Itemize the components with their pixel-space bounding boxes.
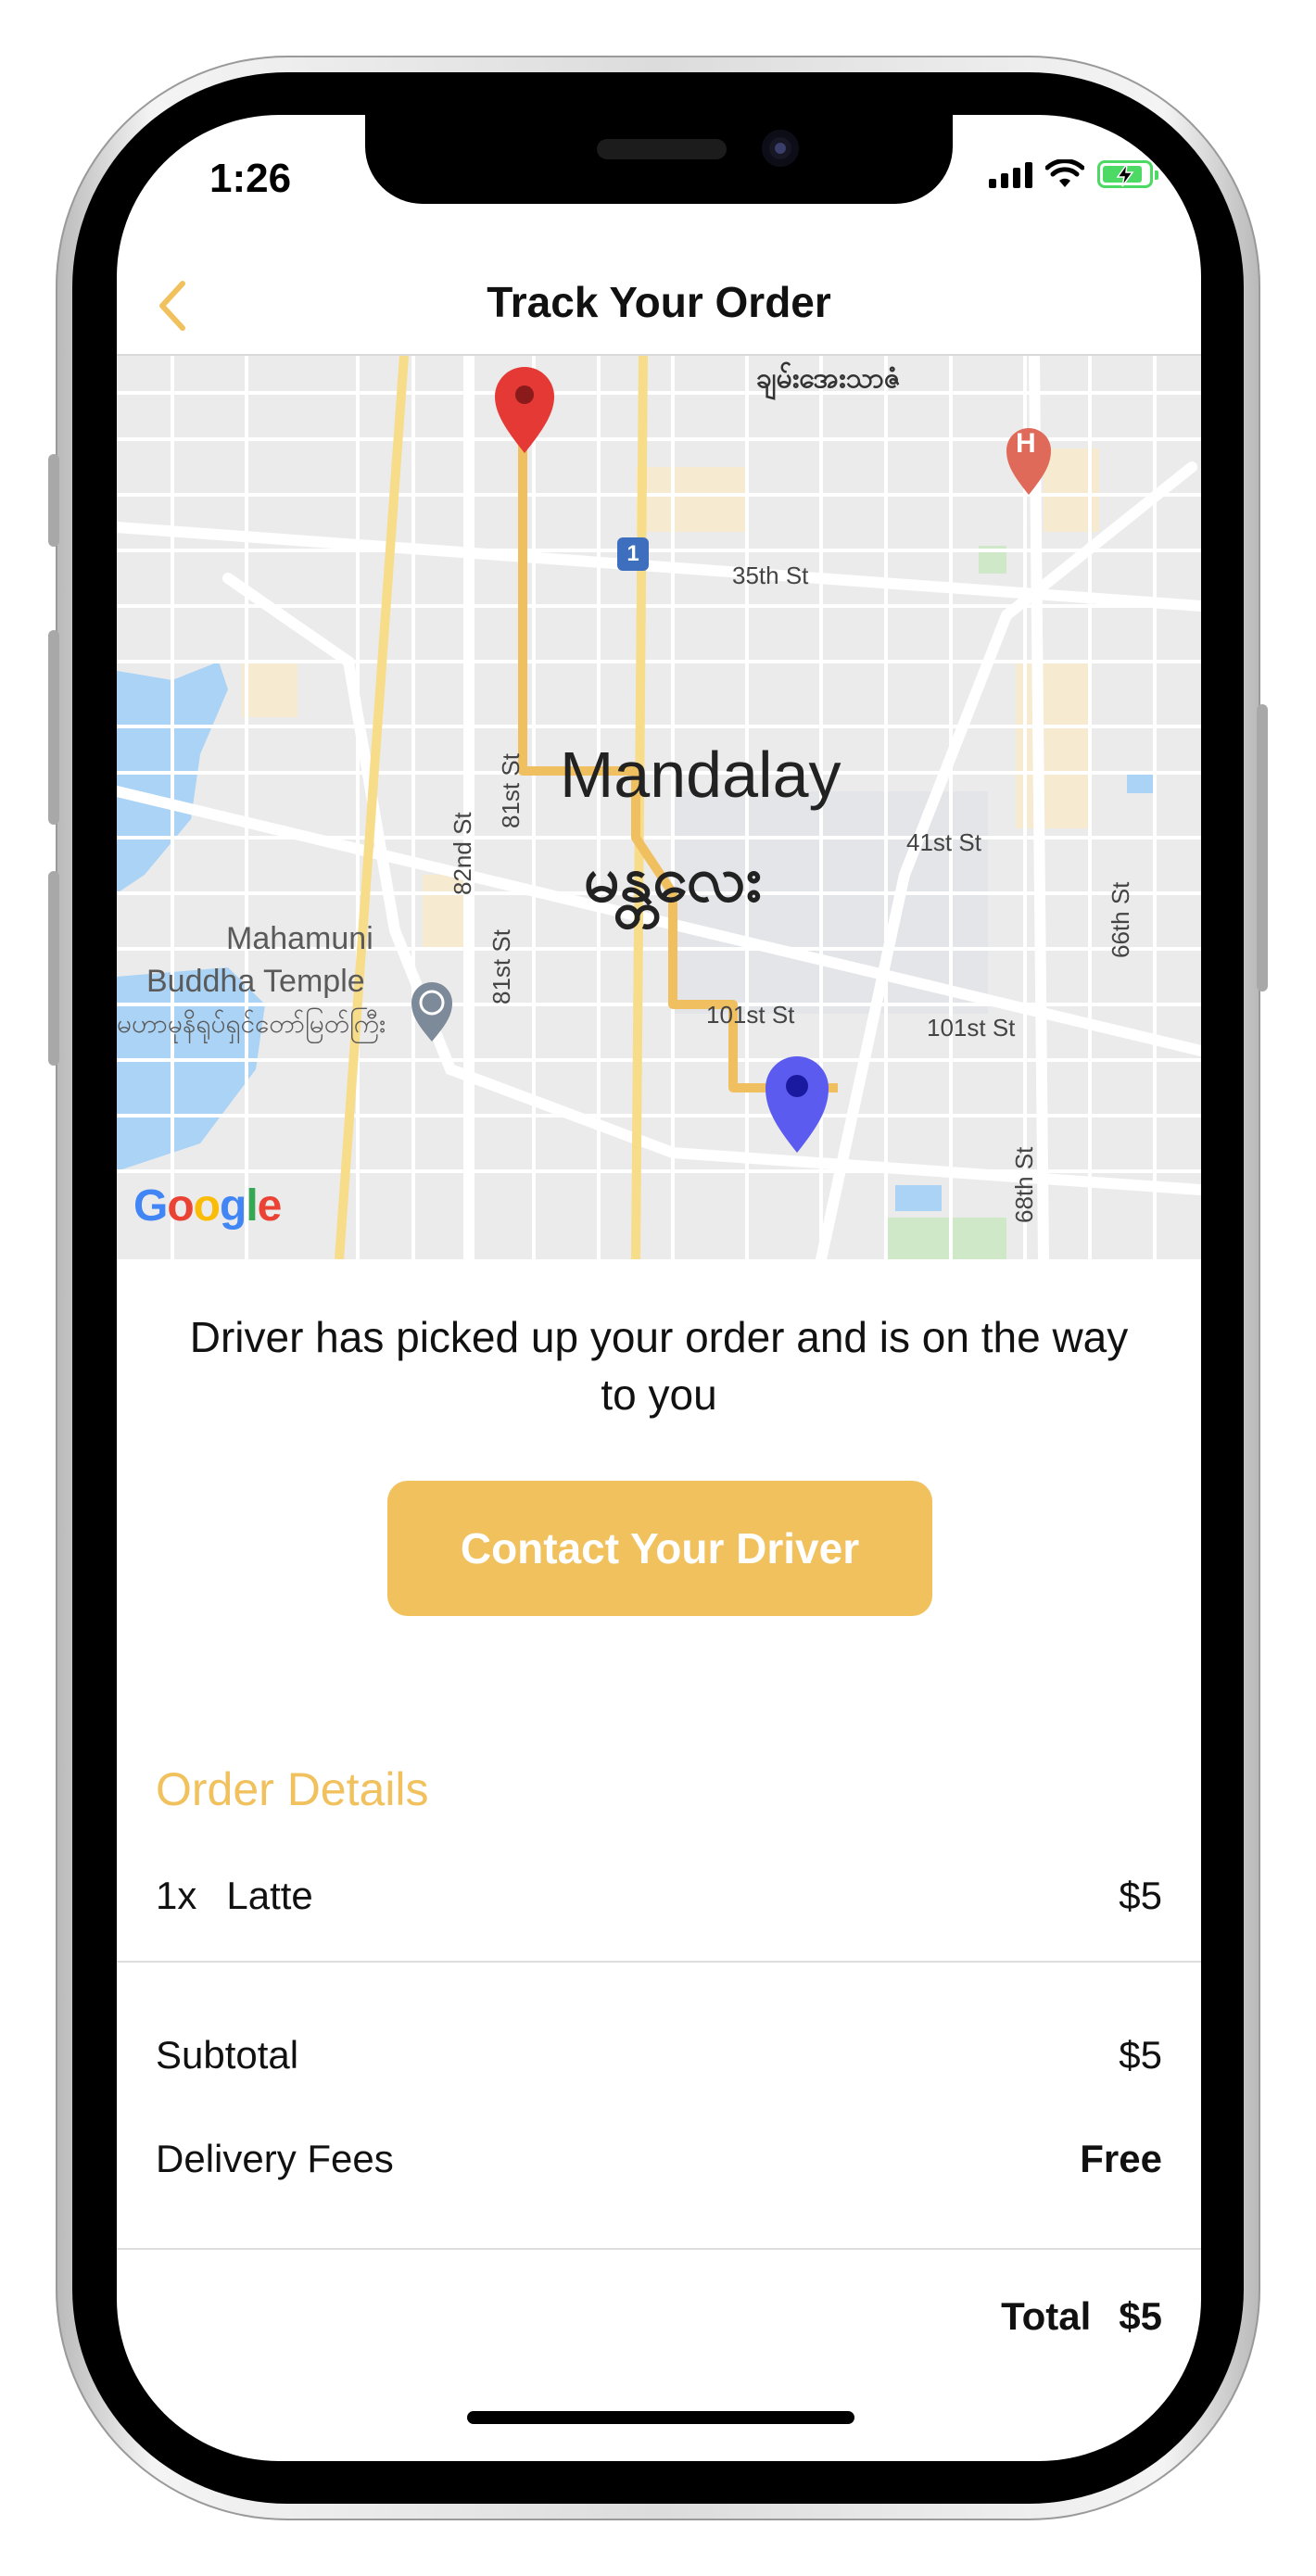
order-item-row: 1x Latte $5	[156, 1874, 1162, 1918]
subtotal-row: Subtotal $5	[156, 2033, 1162, 2077]
battery-charging-icon	[1097, 160, 1158, 188]
subtotal-label: Subtotal	[156, 2033, 299, 2077]
street-label-68th: 68th St	[1010, 1146, 1038, 1223]
street-label-81st-b: 81st St	[487, 929, 515, 1004]
street-label-41st: 41st St	[906, 828, 981, 856]
delivery-status-message: Driver has picked up your order and is o…	[189, 1313, 1129, 1419]
status-time: 1:26	[209, 156, 292, 201]
poi-label-local: မဟာမုနိရုပ်ရှင်တော်မြတ်ကြီး	[117, 1009, 386, 1038]
totals-divider	[117, 2248, 1201, 2250]
front-camera	[762, 130, 799, 167]
street-label-101st-a: 101st St	[706, 1001, 795, 1029]
poi-label-line1: Mahamuni	[226, 921, 373, 956]
city-name-local-label: မန္တလေး	[584, 844, 762, 915]
status-icons	[989, 156, 1158, 193]
google-logo: Google	[133, 1181, 282, 1231]
device-power-button	[1257, 704, 1268, 991]
temple-pin-icon	[411, 982, 452, 1042]
device-mute-switch	[48, 454, 59, 547]
wifi-icon	[1045, 159, 1084, 187]
total-value: $5	[1119, 2294, 1162, 2338]
home-indicator[interactable]	[467, 2411, 854, 2424]
hospital-letter: H	[1016, 428, 1036, 459]
earpiece-speaker	[597, 139, 727, 159]
delivery-fee-row: Delivery Fees Free	[156, 2137, 1162, 2181]
street-label-81st-a: 81st St	[497, 753, 525, 828]
driver-location-pin-icon	[766, 1056, 829, 1153]
notch	[365, 115, 953, 204]
delivery-fee-value: Free	[1080, 2137, 1162, 2180]
street-label-101st-b: 101st St	[927, 1014, 1016, 1042]
contact-driver-button[interactable]: Contact Your Driver	[387, 1481, 932, 1616]
map-place-label-top: ချမ်းအေးသာဇံ	[756, 363, 901, 394]
poi-label-line2: Buddha Temple	[146, 964, 365, 999]
total-row: Total $5	[156, 2294, 1162, 2339]
map-view[interactable]: ချမ်းအေးသာဇံ H 1 35th St Mandalay မန္တလေ…	[117, 356, 1201, 1259]
subtotal-value: $5	[1119, 2033, 1162, 2077]
total-label: Total	[1001, 2294, 1092, 2338]
app-screen: 1:26 Track Your Order ချမ်းအေးသာဇံ H 1 3…	[117, 115, 1201, 2461]
order-details-title: Order Details	[156, 1763, 429, 1815]
items-divider	[117, 1961, 1201, 1963]
device-volume-up	[48, 630, 59, 825]
device-volume-down	[48, 871, 59, 1066]
city-name-label: Mandalay	[560, 739, 841, 811]
cellular-signal-icon	[989, 160, 1032, 188]
street-label-82nd: 82nd St	[449, 812, 476, 895]
order-item-price: $5	[1119, 1874, 1162, 1917]
page-title: Track Your Order	[487, 278, 831, 326]
street-label-35th: 35th St	[732, 562, 809, 589]
street-label-66th: 66th St	[1107, 881, 1134, 958]
order-item-qty: 1x	[156, 1874, 197, 1917]
order-item-name: Latte	[226, 1874, 313, 1917]
highway-shield-badge: 1	[617, 537, 649, 571]
delivery-fee-label: Delivery Fees	[156, 2137, 394, 2180]
